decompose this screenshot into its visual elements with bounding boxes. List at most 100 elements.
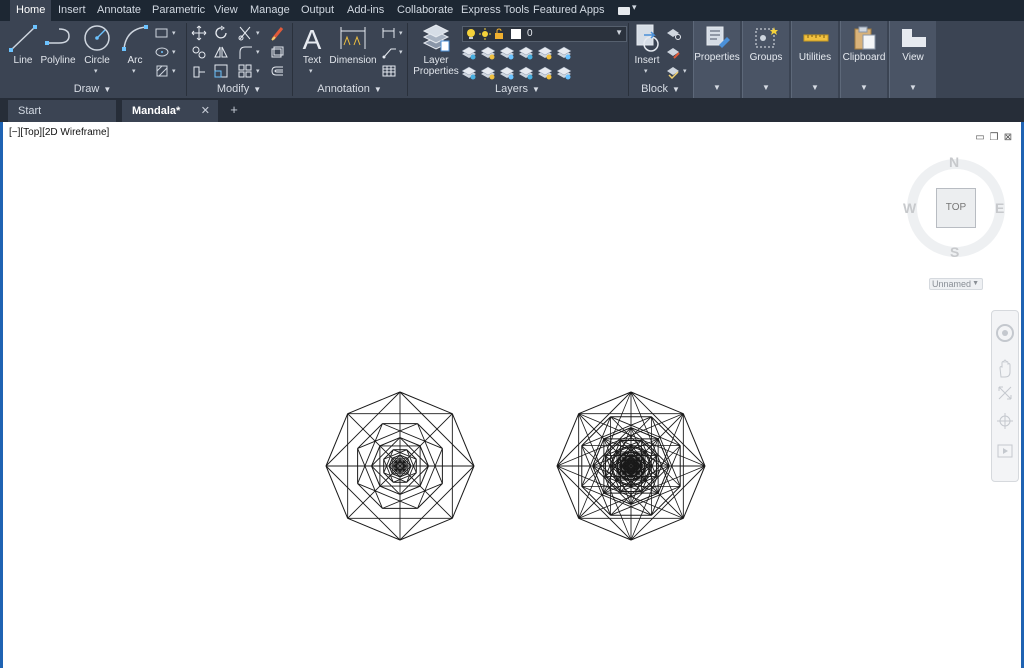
mirror-button[interactable] bbox=[213, 44, 229, 60]
line-icon bbox=[9, 25, 37, 52]
array-button[interactable] bbox=[237, 63, 253, 79]
steering-wheel-icon bbox=[996, 324, 1014, 342]
layer-walk-button[interactable] bbox=[556, 65, 572, 81]
tab-view[interactable]: View bbox=[208, 0, 244, 21]
tab-add-ins[interactable]: Add-ins bbox=[341, 0, 390, 21]
new-tab-button[interactable]: + bbox=[226, 102, 242, 118]
explode-button[interactable] bbox=[269, 44, 285, 60]
layer-dropdown[interactable]: 0 ▼ bbox=[462, 26, 627, 42]
erase-button[interactable] bbox=[269, 25, 285, 41]
tab-manage[interactable]: Manage bbox=[244, 0, 296, 21]
copy-button[interactable] bbox=[191, 44, 207, 60]
viewcube-top-face[interactable]: TOP bbox=[936, 188, 976, 228]
chevron-down-icon: ▾ bbox=[644, 68, 648, 75]
linear-dimension-button[interactable] bbox=[381, 25, 397, 41]
arc-button[interactable]: Arc ▾ bbox=[120, 23, 150, 75]
leader-button[interactable] bbox=[381, 44, 397, 60]
orbit-button[interactable] bbox=[995, 411, 1015, 431]
groups-icon bbox=[755, 27, 778, 48]
drawing-viewport[interactable]: [−][Top][2D Wireframe] ▭ ❐ ⊠ N S E W TOP U… bbox=[0, 122, 1024, 668]
tab-featured-apps[interactable]: Featured Apps bbox=[527, 0, 611, 21]
tab-output[interactable]: Output bbox=[295, 0, 340, 21]
circle-button[interactable]: Circle ▾ bbox=[82, 23, 112, 75]
ellipse-button[interactable] bbox=[154, 44, 170, 60]
layer-thaw-button[interactable] bbox=[499, 65, 515, 81]
utilities-panel[interactable]: Utilities ▼ bbox=[791, 21, 838, 98]
layer-unlock-button[interactable] bbox=[518, 65, 534, 81]
layer-freeze-button[interactable] bbox=[499, 45, 515, 61]
rectangle-button[interactable] bbox=[154, 25, 170, 41]
stretch-button[interactable] bbox=[191, 63, 207, 79]
text-button[interactable]: A Text ▾ bbox=[297, 23, 327, 75]
tab-insert[interactable]: Insert bbox=[52, 0, 92, 21]
layer-off-button[interactable] bbox=[461, 45, 477, 61]
scale-button[interactable] bbox=[213, 63, 229, 79]
move-button[interactable] bbox=[191, 25, 207, 41]
ribbon-display-toggle[interactable]: ▾ bbox=[614, 2, 640, 17]
trim-button[interactable] bbox=[237, 25, 253, 41]
layer-lock-button[interactable] bbox=[518, 45, 534, 61]
modify-panel-title[interactable]: Modify ▼ bbox=[187, 81, 291, 97]
compass-east[interactable]: E bbox=[995, 200, 1004, 216]
layer-previous-icon bbox=[556, 46, 572, 60]
tab-collaborate[interactable]: Collaborate bbox=[391, 0, 459, 21]
fillet-button[interactable] bbox=[237, 44, 253, 60]
chevron-down-icon: ▾ bbox=[172, 30, 176, 37]
layer-previous-button[interactable] bbox=[556, 45, 572, 61]
annotation-panel-title[interactable]: Annotation ▼ bbox=[293, 81, 406, 97]
insert-block-button[interactable]: Insert ▾ bbox=[631, 23, 663, 75]
hatch-button[interactable] bbox=[154, 63, 170, 79]
erase-icon bbox=[271, 27, 284, 41]
offset-button[interactable] bbox=[269, 63, 285, 79]
draw-panel-title[interactable]: Draw ▼ bbox=[0, 81, 185, 97]
zoom-button[interactable] bbox=[995, 383, 1015, 403]
ellipse-icon bbox=[155, 47, 169, 57]
close-icon[interactable]: ✕ bbox=[201, 100, 210, 122]
properties-panel[interactable]: Properties ▼ bbox=[693, 21, 740, 98]
layer-unlock-icon bbox=[518, 66, 534, 80]
steering-wheel-button[interactable] bbox=[995, 323, 1015, 343]
block-panel-title[interactable]: Block ▼ bbox=[629, 81, 692, 97]
ribbon: Line Polyline Circle ▾ Arc ▾ ▾ ▾ ▾ Draw bbox=[0, 21, 1024, 98]
pan-icon bbox=[999, 359, 1011, 378]
polyline-button[interactable]: Polyline bbox=[40, 23, 76, 66]
showmotion-button[interactable] bbox=[995, 441, 1015, 461]
file-tab-start[interactable]: Start bbox=[8, 100, 116, 122]
clipboard-panel[interactable]: Clipboard ▼ bbox=[840, 21, 887, 98]
line-button[interactable]: Line bbox=[8, 23, 38, 66]
layer-on-button[interactable] bbox=[461, 65, 477, 81]
chevron-down-icon: ▾ bbox=[172, 49, 176, 56]
layer-properties-button[interactable]: Layer Properties bbox=[412, 23, 460, 77]
array-icon bbox=[238, 64, 252, 78]
edit-block-button[interactable] bbox=[665, 44, 681, 60]
chevron-down-icon: ▼ bbox=[811, 83, 819, 92]
layer-match-button[interactable] bbox=[537, 45, 553, 61]
move-icon bbox=[191, 25, 207, 41]
file-tab-mandala[interactable]: Mandala* ✕ bbox=[122, 100, 218, 122]
dimension-button[interactable]: Dimension bbox=[329, 23, 377, 66]
viewcube[interactable]: N S E W TOP bbox=[903, 154, 1007, 266]
circle-icon bbox=[84, 25, 110, 51]
create-block-button[interactable] bbox=[665, 25, 681, 41]
tab-parametric[interactable]: Parametric bbox=[146, 0, 211, 21]
layer-isolate-button[interactable] bbox=[480, 45, 496, 61]
compass-north[interactable]: N bbox=[949, 154, 959, 170]
pan-button[interactable] bbox=[995, 359, 1015, 379]
compass-west[interactable]: W bbox=[903, 200, 916, 216]
view-panel[interactable]: View ▼ bbox=[889, 21, 936, 98]
groups-panel[interactable]: Groups ▼ bbox=[742, 21, 789, 98]
table-button[interactable] bbox=[381, 63, 397, 79]
rotate-button[interactable] bbox=[213, 25, 229, 41]
layer-unisolate-button[interactable] bbox=[480, 65, 496, 81]
ucs-menu[interactable]: Unnamed ▼ bbox=[929, 278, 983, 290]
layer-make-current-button[interactable] bbox=[537, 65, 553, 81]
tab-home[interactable]: Home bbox=[10, 0, 52, 21]
tab-annotate[interactable]: Annotate bbox=[91, 0, 147, 21]
trim-icon bbox=[238, 26, 251, 41]
compass-south[interactable]: S bbox=[950, 244, 959, 260]
chevron-down-icon: ▾ bbox=[683, 68, 687, 75]
attribute-button[interactable] bbox=[665, 63, 681, 79]
rectangle-icon bbox=[155, 28, 168, 38]
tab-express-tools[interactable]: Express Tools bbox=[455, 0, 535, 21]
modify-panel: ▾ ▾ ▾ Modify ▼ bbox=[187, 21, 291, 98]
